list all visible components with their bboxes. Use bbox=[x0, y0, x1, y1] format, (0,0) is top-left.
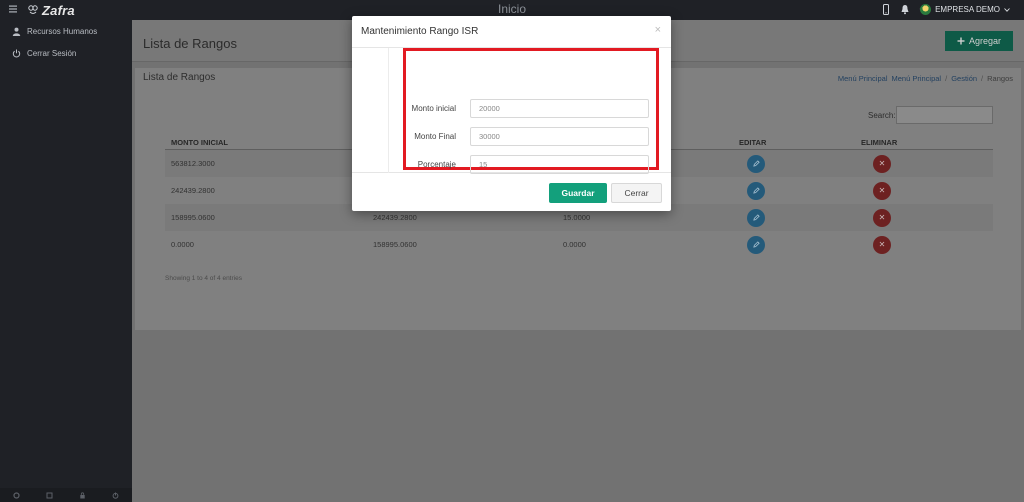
close-icon: ✕ bbox=[878, 186, 886, 195]
sidebar-item-recursos-humanos[interactable]: Recursos Humanos bbox=[0, 20, 132, 42]
lock-icon[interactable] bbox=[79, 491, 86, 499]
chevron-down-icon bbox=[1004, 7, 1010, 12]
modal-footer: Guardar Cerrar bbox=[352, 173, 671, 210]
porcentaje-label: Porcentaje bbox=[417, 160, 456, 169]
user-icon bbox=[12, 27, 21, 36]
form-row-porcentaje: Porcentaje 15 bbox=[406, 155, 651, 175]
monto-inicial-label: Monto inicial bbox=[411, 104, 456, 113]
delete-button[interactable]: ✕ bbox=[873, 208, 891, 227]
breadcrumb-separator: / bbox=[981, 74, 984, 83]
user-menu[interactable]: EMPRESA DEMO bbox=[920, 4, 1010, 15]
save-button[interactable]: Guardar bbox=[549, 183, 607, 203]
menu-icon[interactable] bbox=[8, 4, 18, 14]
panel-title: Lista de Rangos bbox=[143, 72, 216, 83]
sidebar: Recursos Humanos Cerrar Sesión bbox=[0, 20, 132, 502]
company-avatar bbox=[920, 4, 932, 15]
cell-monto-inicial: 563812.3000 bbox=[171, 159, 215, 168]
close-icon: ✕ bbox=[878, 213, 886, 222]
edit-icon bbox=[752, 214, 760, 221]
company-name: EMPRESA DEMO bbox=[935, 5, 1000, 14]
modal-body: Monto inicial 20000 Monto Final 30000 Po… bbox=[352, 48, 671, 175]
monto-final-label: Monto Final bbox=[414, 132, 456, 141]
sidebar-footer bbox=[0, 488, 132, 502]
cell-porcentaje: 15.0000 bbox=[563, 213, 591, 222]
bell-icon[interactable] bbox=[900, 4, 910, 15]
page-title: Inicio bbox=[497, 2, 526, 16]
add-button[interactable]: Agregar bbox=[945, 31, 1013, 51]
delete-button[interactable]: ✕ bbox=[873, 181, 891, 200]
logo-mark-icon bbox=[28, 5, 38, 14]
cell-monto-inicial: 242439.2800 bbox=[171, 186, 215, 195]
cell-monto-inicial: 158995.0600 bbox=[171, 213, 215, 222]
form-row-monto-inicial: Monto inicial 20000 bbox=[406, 99, 651, 119]
modal-title: Mantenimiento Rango ISR bbox=[361, 26, 479, 37]
breadcrumb-item[interactable]: Menú Principal bbox=[891, 74, 941, 83]
delete-button[interactable]: ✕ bbox=[873, 235, 891, 254]
breadcrumb-separator: / bbox=[945, 74, 948, 83]
edit-button[interactable] bbox=[747, 208, 765, 227]
close-icon: ✕ bbox=[878, 240, 886, 249]
porcentaje-input[interactable]: 15 bbox=[470, 155, 649, 174]
breadcrumb-item[interactable]: Menú Principal bbox=[838, 74, 888, 83]
plus-icon bbox=[957, 37, 965, 45]
page-heading: Lista de Rangos bbox=[143, 36, 237, 51]
edit-icon bbox=[752, 160, 760, 167]
column-header: EDITAR bbox=[739, 138, 767, 147]
edit-button[interactable] bbox=[747, 154, 765, 173]
settings-icon[interactable] bbox=[13, 491, 20, 499]
table-info: Showing 1 to 4 of 4 entries bbox=[165, 275, 242, 282]
fullscreen-icon[interactable] bbox=[46, 492, 53, 499]
cell-monto-final: 242439.2800 bbox=[373, 213, 417, 222]
search-label: Search: bbox=[868, 111, 896, 120]
sidebar-item-label: Cerrar Sesión bbox=[27, 48, 77, 58]
delete-button[interactable]: ✕ bbox=[873, 154, 891, 173]
breadcrumb-item[interactable]: Gestión bbox=[951, 74, 977, 83]
isr-range-modal: Mantenimiento Rango ISR × Monto inicial … bbox=[352, 16, 671, 211]
column-header: ELIMINAR bbox=[861, 138, 898, 147]
monto-final-input[interactable]: 30000 bbox=[470, 127, 649, 146]
cell-porcentaje: 0.0000 bbox=[563, 240, 586, 249]
monto-inicial-input[interactable]: 20000 bbox=[470, 99, 649, 118]
cell-monto-final: 158995.0600 bbox=[373, 240, 417, 249]
sidebar-item-cerrar-sesion[interactable]: Cerrar Sesión bbox=[0, 42, 132, 64]
logout-icon[interactable] bbox=[112, 492, 119, 499]
modal-header: Mantenimiento Rango ISR × bbox=[352, 16, 671, 48]
edit-button[interactable] bbox=[747, 235, 765, 254]
modal-divider bbox=[388, 48, 389, 173]
search-input[interactable] bbox=[896, 106, 993, 124]
edit-button[interactable] bbox=[747, 181, 765, 200]
sidebar-item-label: Recursos Humanos bbox=[27, 26, 98, 36]
edit-icon bbox=[752, 187, 760, 194]
modal-close-button[interactable]: × bbox=[655, 24, 661, 36]
breadcrumb-item-current: Rangos bbox=[987, 74, 1013, 83]
form-row-monto-final: Monto Final 30000 bbox=[406, 127, 651, 147]
mobile-icon[interactable] bbox=[881, 4, 891, 15]
edit-icon bbox=[752, 241, 760, 248]
table-row: 0.0000 158995.0600 0.0000 ✕ bbox=[165, 231, 993, 258]
app-logo[interactable]: Zafra bbox=[42, 3, 75, 18]
add-button-label: Agregar bbox=[968, 36, 1002, 46]
cell-monto-inicial: 0.0000 bbox=[171, 240, 194, 249]
power-icon bbox=[12, 49, 21, 57]
column-header[interactable]: MONTO INICIAL bbox=[165, 138, 371, 147]
cancel-button[interactable]: Cerrar bbox=[611, 183, 662, 203]
breadcrumb: Menú Principal Menú Principal / Gestión … bbox=[838, 74, 1013, 83]
close-icon: ✕ bbox=[878, 159, 886, 168]
